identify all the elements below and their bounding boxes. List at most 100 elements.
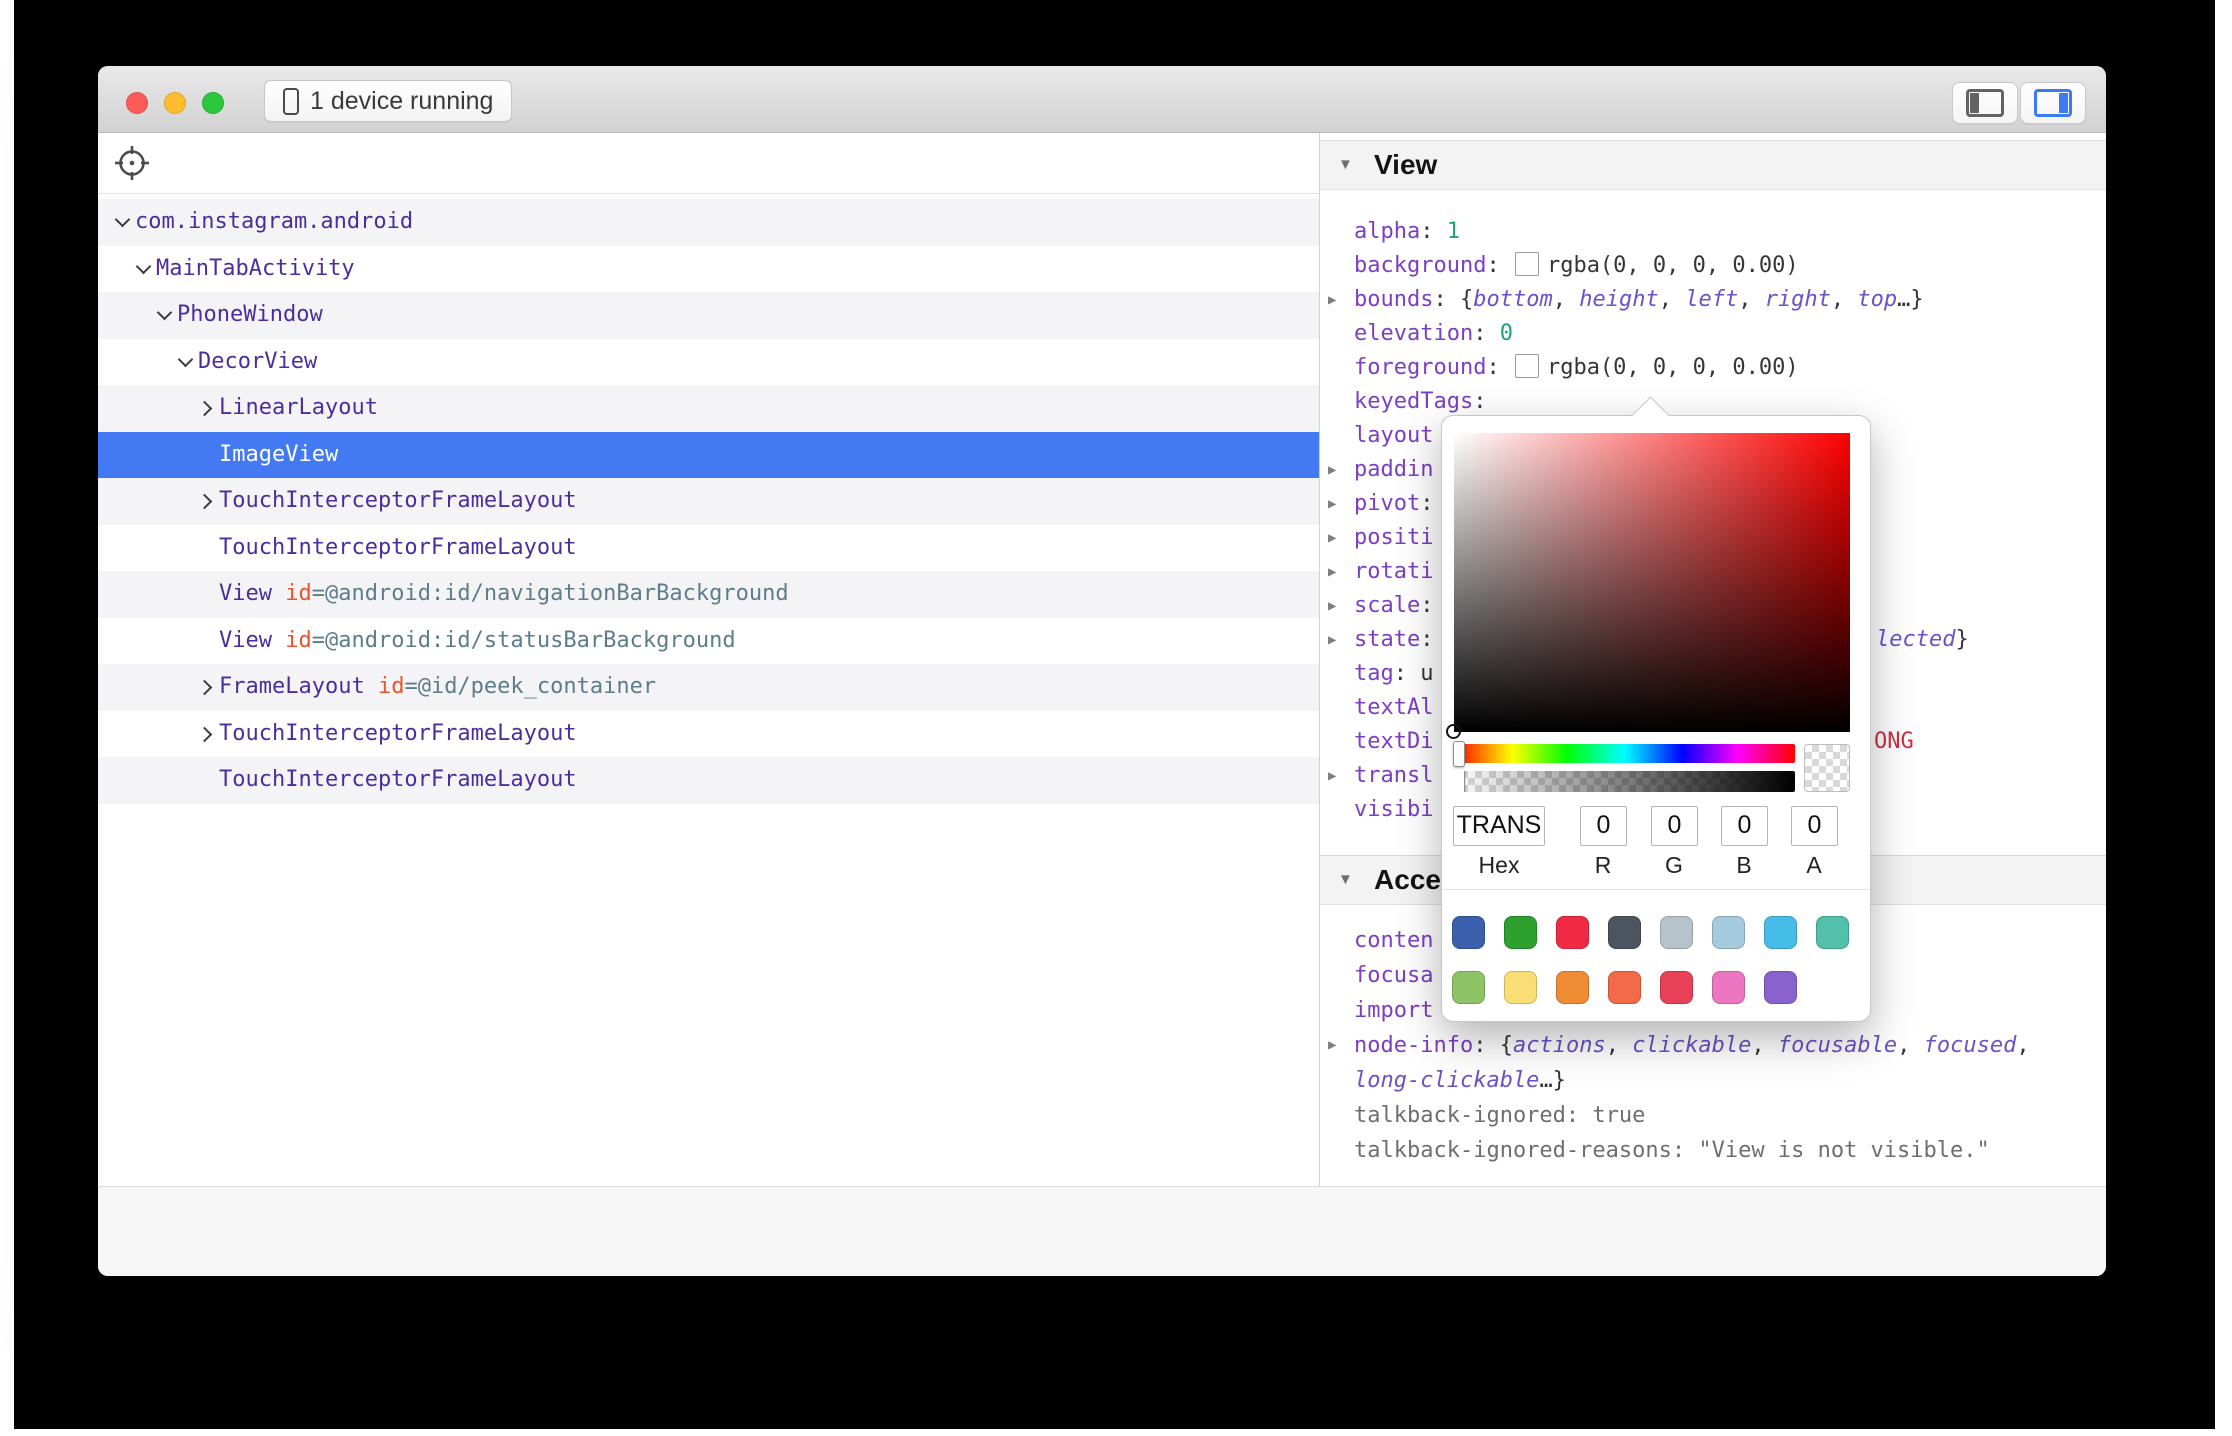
property-text: :	[1473, 389, 1486, 414]
property-text: rgba(0, 0, 0, 0.00)	[1547, 355, 1799, 380]
tree-row[interactable]: FrameLayout id=@id/peek_container	[98, 664, 1319, 711]
device-selector-button[interactable]: 1 device running	[264, 80, 512, 122]
palette-swatch[interactable]	[1556, 916, 1589, 949]
property-text: talkback-ignored-reasons: "View is not v…	[1354, 1138, 1990, 1163]
palette-swatch[interactable]	[1816, 916, 1849, 949]
property-text: state	[1354, 627, 1420, 652]
panel-toggle-group	[1952, 82, 2086, 124]
alpha-slider-handle[interactable]	[1454, 771, 1465, 792]
palette-swatch[interactable]	[1556, 971, 1589, 1004]
tree-node-label: MainTabActivity	[156, 256, 355, 281]
alpha-slider[interactable]	[1454, 771, 1795, 792]
tree-row[interactable]: TouchInterceptorFrameLayout	[98, 525, 1319, 572]
color-swatch-checkbox[interactable]	[1515, 354, 1539, 378]
disclosure-triangle-icon[interactable]: ▶	[1328, 623, 1336, 657]
property-text: 0	[1500, 321, 1513, 346]
hue-slider-handle[interactable]	[1453, 741, 1465, 767]
tree-row[interactable]: View id=@android:id/statusBarBackground	[98, 618, 1319, 665]
red-input[interactable]: 0	[1580, 806, 1627, 846]
disclosure-triangle-icon[interactable]: ▶	[1328, 453, 1336, 487]
window-footer	[98, 1186, 2106, 1276]
property-text: }	[1955, 627, 1968, 652]
property-text: textDi	[1354, 729, 1433, 754]
section-header-view[interactable]: ▼ View	[1320, 140, 2106, 190]
property-row: foreground: rgba(0, 0, 0, 0.00)	[1320, 351, 2106, 385]
palette-swatch[interactable]	[1712, 971, 1745, 1004]
saturation-value-gradient[interactable]	[1454, 433, 1850, 732]
property-row: alpha: 1	[1320, 215, 2106, 249]
disclosure-triangle-icon[interactable]: ▶	[1328, 283, 1336, 317]
tree-node-label: TouchInterceptorFrameLayout	[219, 721, 577, 746]
section-title: View	[1374, 141, 1437, 189]
chevron-right-icon[interactable]	[198, 724, 219, 744]
chevron-right-icon[interactable]	[198, 677, 219, 697]
property-text: actions	[1513, 1033, 1606, 1058]
tree-row[interactable]: View id=@android:id/navigationBarBackgro…	[98, 571, 1319, 618]
disclosure-triangle-icon[interactable]: ▶	[1328, 487, 1336, 521]
tree-row[interactable]: PhoneWindow	[98, 292, 1319, 339]
tree-node-label: View	[219, 581, 285, 606]
disclosure-triangle-icon[interactable]: ▶	[1328, 521, 1336, 555]
close-window-button[interactable]	[126, 92, 148, 114]
tree-node-id-key: id	[285, 581, 312, 606]
chevron-down-icon[interactable]	[114, 212, 135, 232]
chevron-down-icon[interactable]	[135, 259, 156, 279]
toggle-left-panel-button[interactable]	[1952, 82, 2018, 124]
palette-swatch[interactable]	[1452, 916, 1485, 949]
property-text: rgba(0, 0, 0, 0.00)	[1547, 253, 1799, 278]
section-collapse-icon: ▼	[1338, 141, 1353, 189]
green-input[interactable]: 0	[1651, 806, 1698, 846]
inspector-window: 1 device running	[98, 66, 2106, 1276]
tree-node-label: ImageView	[219, 442, 338, 467]
palette-swatch[interactable]	[1660, 916, 1693, 949]
tree-row[interactable]: TouchInterceptorFrameLayout	[98, 478, 1319, 525]
palette-swatch[interactable]	[1504, 971, 1537, 1004]
palette-swatch[interactable]	[1764, 916, 1797, 949]
property-text: height	[1579, 287, 1658, 312]
hex-input[interactable]: TRANS	[1453, 806, 1545, 846]
palette-swatch[interactable]	[1608, 916, 1641, 949]
tree-row[interactable]: TouchInterceptorFrameLayout	[98, 757, 1319, 804]
chevron-down-icon[interactable]	[177, 352, 198, 372]
property-text: focusa	[1354, 963, 1433, 988]
palette-swatch[interactable]	[1660, 971, 1693, 1004]
disclosure-triangle-icon[interactable]: ▶	[1328, 759, 1336, 793]
alpha-input[interactable]: 0	[1791, 806, 1838, 846]
palette-swatch[interactable]	[1608, 971, 1641, 1004]
tree-row[interactable]: com.instagram.android	[98, 199, 1319, 246]
target-scope-icon[interactable]	[110, 141, 154, 185]
section-collapse-icon: ▼	[1338, 856, 1353, 904]
tree-row[interactable]: TouchInterceptorFrameLayout	[98, 711, 1319, 758]
zoom-window-button[interactable]	[202, 92, 224, 114]
palette-swatch[interactable]	[1764, 971, 1797, 1004]
disclosure-triangle-icon[interactable]: ▶	[1328, 555, 1336, 589]
toggle-right-panel-button[interactable]	[2020, 82, 2086, 124]
minimize-window-button[interactable]	[164, 92, 186, 114]
tree-toolbar	[98, 133, 1319, 194]
palette-swatch[interactable]	[1504, 916, 1537, 949]
palette-swatch[interactable]	[1712, 916, 1745, 949]
tree-row[interactable]: DecorView	[98, 339, 1319, 386]
disclosure-triangle-icon[interactable]: ▶	[1328, 1028, 1336, 1063]
right-panel-icon	[2034, 89, 2072, 117]
gradient-cursor[interactable]	[1446, 724, 1461, 739]
disclosure-triangle-icon[interactable]: ▶	[1328, 589, 1336, 623]
property-row[interactable]: ▶bounds: {bottom, height, left, right, t…	[1320, 283, 2106, 317]
property-text: ,	[1751, 1033, 1778, 1058]
palette-swatch[interactable]	[1452, 971, 1485, 1004]
tree-row[interactable]: MainTabActivity	[98, 246, 1319, 293]
property-text: node-info	[1354, 1033, 1473, 1058]
chevron-right-icon[interactable]	[198, 398, 219, 418]
tree-row[interactable]: ImageView	[98, 432, 1319, 479]
hue-slider[interactable]	[1454, 744, 1795, 763]
chevron-down-icon[interactable]	[156, 305, 177, 325]
property-row[interactable]: ▶node-info: {actions, clickable, focusab…	[1320, 1028, 2106, 1063]
chevron-spacer	[198, 445, 219, 465]
property-text: : {	[1433, 287, 1473, 312]
tree-row[interactable]: LinearLayout	[98, 385, 1319, 432]
property-text: textAl	[1354, 695, 1433, 720]
color-swatch-checkbox[interactable]	[1515, 252, 1539, 276]
chevron-right-icon[interactable]	[198, 491, 219, 511]
property-text: right	[1765, 287, 1831, 312]
blue-input[interactable]: 0	[1721, 806, 1768, 846]
